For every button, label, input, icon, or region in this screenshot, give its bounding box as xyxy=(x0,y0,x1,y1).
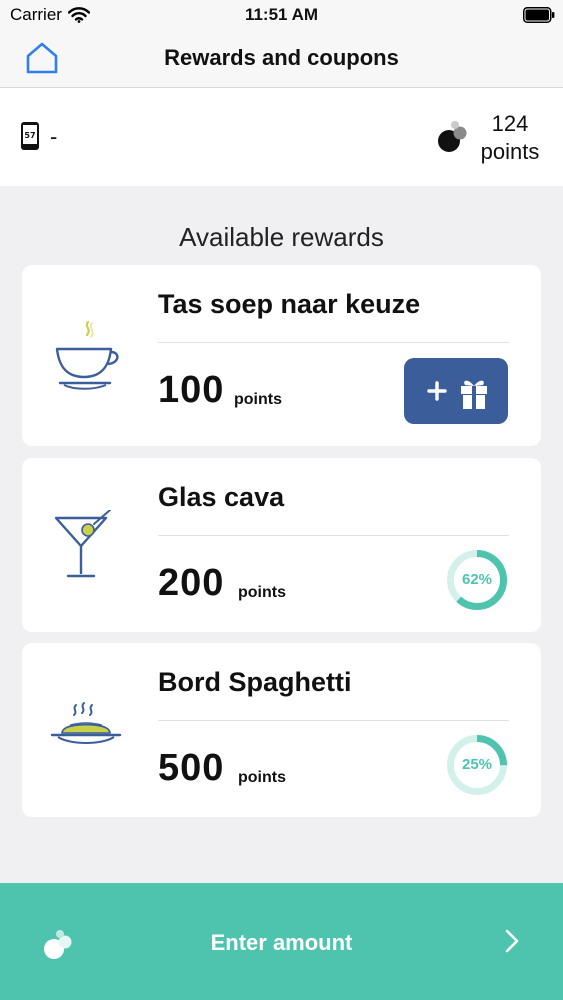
cocktail-glass-icon xyxy=(50,509,122,587)
progress-percent: 25% xyxy=(461,756,493,773)
reward-points: 500 xyxy=(158,747,225,789)
points-dots-icon xyxy=(436,120,468,159)
reward-card[interactable]: Glas cava 200 points 62% xyxy=(22,458,541,632)
reward-title: Bord Spaghetti xyxy=(158,667,352,697)
page-title: Rewards and coupons xyxy=(164,45,399,70)
progress-percent: 62% xyxy=(461,571,493,588)
points-balance: 124 xyxy=(491,111,529,136)
card-divider xyxy=(158,720,509,721)
status-bar: Carrier 11:51 AM xyxy=(0,0,563,30)
reward-points: 100 xyxy=(158,369,225,411)
section-title: Available rewards xyxy=(179,222,384,252)
card-number: - xyxy=(50,124,58,149)
points-label: points xyxy=(480,139,540,164)
reward-points-unit: points xyxy=(238,769,286,786)
svg-text:57: 57 xyxy=(24,131,35,140)
reward-card[interactable]: Bord Spaghetti 500 points 25% xyxy=(22,643,541,817)
card-divider xyxy=(158,342,509,343)
spaghetti-plate-icon xyxy=(50,695,122,762)
reward-points: 200 xyxy=(158,562,225,604)
reward-title: Tas soep naar keuze xyxy=(158,289,421,319)
reward-points-unit: points xyxy=(238,584,286,601)
reward-card[interactable]: Tas soep naar keuze 100 points xyxy=(22,265,541,446)
reward-points-unit: points xyxy=(234,391,282,408)
chevron-right-icon xyxy=(505,929,519,958)
loyalty-card-icon: 57 xyxy=(20,121,40,156)
battery-icon xyxy=(523,7,555,23)
card-divider xyxy=(158,535,509,536)
account-info-bar xyxy=(0,88,563,186)
claim-reward-button[interactable] xyxy=(404,358,508,424)
enter-amount-label: Enter amount xyxy=(210,930,353,955)
reward-title: Glas cava xyxy=(158,482,285,512)
nav-bar: Rewards and coupons xyxy=(0,30,563,88)
soup-cup-icon xyxy=(50,317,122,398)
add-gift-icon xyxy=(427,380,487,409)
enter-amount-button[interactable]: Enter amount xyxy=(0,883,563,1000)
status-time: 11:51 AM xyxy=(244,5,319,24)
